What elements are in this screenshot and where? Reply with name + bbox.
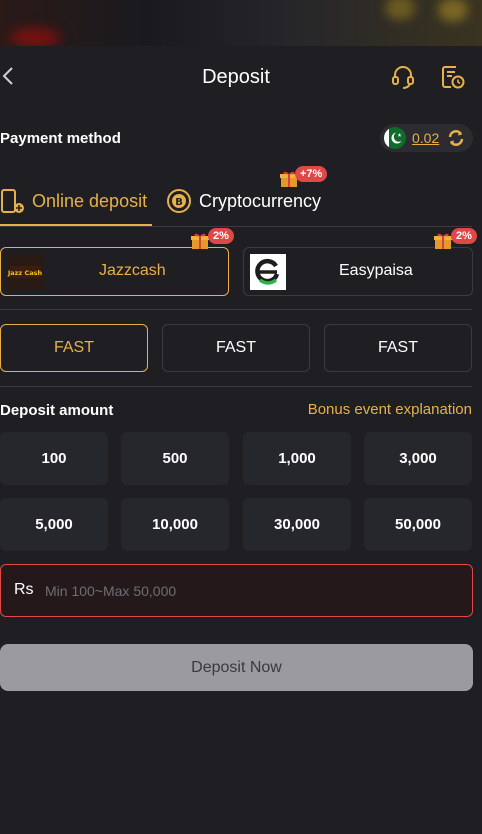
deposit-now-button[interactable]: Deposit Now bbox=[0, 644, 473, 691]
divider bbox=[0, 226, 472, 227]
tab-cryptocurrency[interactable]: B Cryptocurrency bbox=[166, 184, 336, 226]
balance-pill: 0.02 bbox=[380, 124, 473, 152]
tab-label: Cryptocurrency bbox=[199, 191, 322, 211]
header: Deposit bbox=[0, 46, 482, 110]
gift-icon bbox=[190, 232, 210, 250]
payment-method-row: Payment method 0.02 bbox=[0, 124, 482, 154]
bonus-event-link[interactable]: Bonus event explanation bbox=[308, 401, 472, 418]
amount-option[interactable]: 10,000 bbox=[121, 498, 229, 551]
speed-option-1[interactable]: FAST bbox=[0, 324, 148, 372]
amount-input-box: Rs bbox=[0, 564, 473, 617]
jazzcash-bonus-badge: 2% bbox=[190, 228, 236, 250]
bitcoin-icon: B bbox=[166, 188, 192, 214]
amount-input[interactable] bbox=[45, 575, 445, 607]
easypaisa-logo bbox=[250, 254, 286, 290]
jazzcash-logo: Jazz Cash bbox=[7, 254, 43, 290]
gift-icon bbox=[433, 232, 453, 250]
amount-option[interactable]: 5,000 bbox=[0, 498, 108, 551]
amount-option[interactable]: 500 bbox=[121, 432, 229, 485]
channel-easypaisa[interactable]: Easypaisa bbox=[243, 247, 473, 296]
history-icon[interactable] bbox=[440, 64, 466, 90]
channel-jazzcash[interactable]: Jazz Cash Jazzcash bbox=[0, 247, 229, 296]
svg-text:B: B bbox=[175, 197, 183, 208]
deposit-tabs: Online deposit B Cryptocurrency +7% bbox=[0, 166, 482, 226]
amount-option[interactable]: 1,000 bbox=[243, 432, 351, 485]
tab-label: Online deposit bbox=[32, 191, 148, 211]
tab-online-deposit[interactable]: Online deposit bbox=[0, 184, 152, 226]
divider bbox=[0, 386, 472, 387]
amount-option[interactable]: 50,000 bbox=[364, 498, 472, 551]
amount-option[interactable]: 3,000 bbox=[364, 432, 472, 485]
mobile-deposit-icon bbox=[0, 188, 26, 216]
refresh-icon[interactable] bbox=[445, 127, 467, 149]
amount-option[interactable]: 100 bbox=[0, 432, 108, 485]
deposit-amount-row: Deposit amount Bonus event explanation bbox=[0, 400, 482, 420]
crypto-bonus-badge: +7% bbox=[279, 166, 335, 188]
amount-option[interactable]: 30,000 bbox=[243, 498, 351, 551]
bonus-percent: 2% bbox=[208, 228, 234, 244]
speed-option-2[interactable]: FAST bbox=[162, 324, 310, 372]
pakistan-flag-icon bbox=[384, 127, 406, 149]
jazzcash-logo-text: Jazz Cash bbox=[7, 269, 43, 277]
bonus-percent: 2% bbox=[451, 228, 477, 244]
easypaisa-bonus-badge: 2% bbox=[433, 228, 479, 250]
deposit-amount-label: Deposit amount bbox=[0, 402, 114, 419]
bonus-percent: +7% bbox=[295, 166, 328, 182]
speed-option-3[interactable]: FAST bbox=[324, 324, 472, 372]
channel-label: Easypaisa bbox=[339, 262, 413, 279]
payment-method-label: Payment method bbox=[0, 130, 121, 147]
balance-value[interactable]: 0.02 bbox=[412, 130, 439, 146]
currency-label: Rs bbox=[14, 581, 34, 598]
headset-icon[interactable] bbox=[390, 64, 416, 90]
top-banner bbox=[0, 0, 482, 46]
divider bbox=[0, 309, 472, 310]
channel-label: Jazzcash bbox=[99, 262, 166, 279]
